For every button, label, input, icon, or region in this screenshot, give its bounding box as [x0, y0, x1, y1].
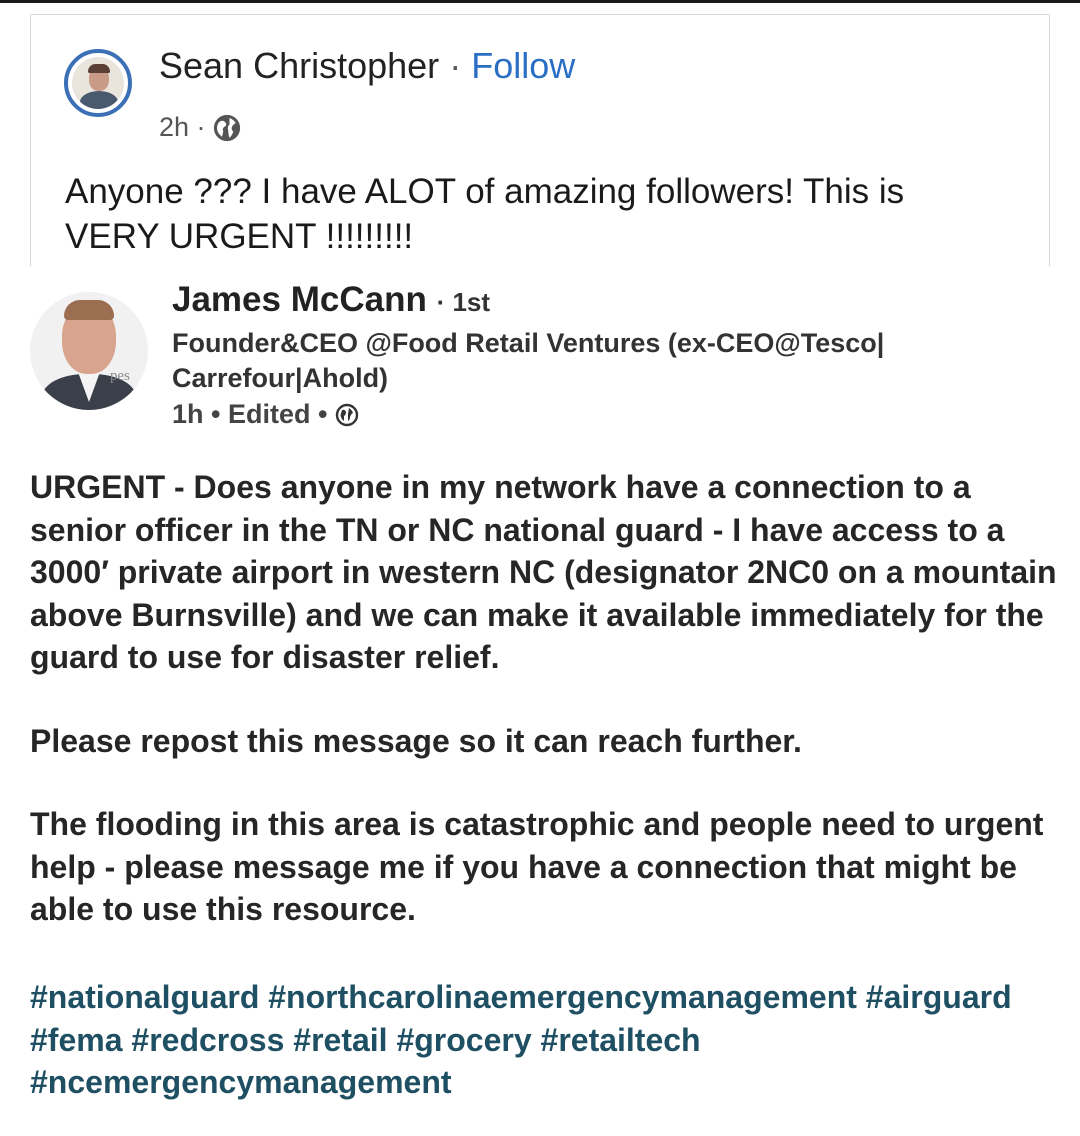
post-meta: 2h · — [159, 112, 242, 143]
post-paragraph: The flooding in this area is catastrophi… — [30, 806, 1044, 927]
follow-button[interactable]: Follow — [471, 45, 575, 86]
hashtag-link[interactable]: #ncemergencymanagement — [30, 1064, 452, 1100]
avatar[interactable] — [64, 49, 132, 117]
hashtag-link[interactable]: #northcarolinaemergencymanagement — [268, 979, 857, 1015]
hashtag-link[interactable]: #retail — [293, 1022, 387, 1058]
author-name[interactable]: Sean Christopher — [159, 45, 439, 86]
hashtag-link[interactable]: #redcross — [131, 1022, 284, 1058]
separator: · — [449, 45, 462, 86]
post-text: Anyone ??? I have ALOT of amazing follow… — [65, 169, 1045, 259]
post-text-line: VERY URGENT !!!!!!!!! — [65, 217, 414, 256]
avatar-overlay-text: pes — [110, 368, 130, 384]
globe-icon — [336, 403, 359, 426]
post-time[interactable]: 2h · — [159, 112, 206, 143]
hashtag-link[interactable]: #nationalguard — [30, 979, 259, 1015]
hashtag-list: #nationalguard #northcarolinaemergencyma… — [30, 976, 1070, 1104]
hashtag-link[interactable]: #airguard — [866, 979, 1012, 1015]
author-headline: Founder&CEO @Food Retail Ventures (ex-CE… — [172, 326, 1032, 396]
post-paragraph: URGENT - Does anyone in my network have … — [30, 469, 1057, 675]
post-text-line: Anyone ??? I have ALOT of amazing follow… — [65, 172, 905, 211]
post-meta: 1h • Edited • — [172, 399, 359, 430]
shared-author-header: James McCann · 1st — [172, 280, 490, 320]
headline-line: Founder&CEO @Food Retail Ventures (ex-CE… — [172, 328, 885, 358]
top-divider — [0, 0, 1080, 3]
hashtag-link[interactable]: #grocery — [396, 1022, 531, 1058]
author-name[interactable]: James McCann — [172, 280, 427, 319]
globe-icon — [213, 114, 240, 141]
headline-line: Carrefour|Ahold) — [172, 363, 389, 393]
post-paragraph: Please repost this message so it can rea… — [30, 722, 802, 759]
hashtag-link[interactable]: #retailtech — [541, 1022, 701, 1058]
post-time[interactable]: 1h • Edited • — [172, 399, 327, 430]
shared-post: pes James McCann · 1st Founder&CEO @Food… — [0, 268, 1080, 1136]
avatar[interactable]: pes — [30, 292, 148, 410]
hashtag-link[interactable]: #fema — [30, 1022, 123, 1058]
post-body: URGENT - Does anyone in my network have … — [30, 466, 1070, 931]
connection-degree: · 1st — [436, 287, 491, 317]
outer-post-card: Sean Christopher · Follow 2h · Anyone ??… — [30, 14, 1050, 267]
post-author-header: Sean Christopher · Follow — [159, 45, 575, 87]
